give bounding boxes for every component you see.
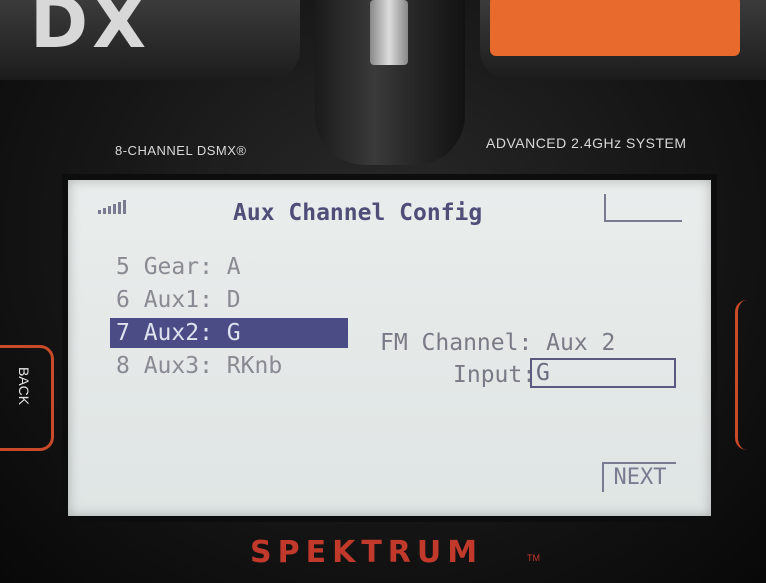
status-corner-indicator	[604, 194, 682, 222]
model-logo: DX	[30, 0, 151, 64]
next-button[interactable]: NEXT	[602, 462, 676, 492]
back-button-label: BACK	[16, 366, 33, 406]
top-left-panel: DX	[0, 0, 300, 80]
channel-spec-label: 8-CHANNEL DSMX®	[115, 143, 247, 158]
channel-item-aux3[interactable]: 8 Aux3: RKnb	[110, 351, 348, 381]
system-spec-label: ADVANCED 2.4GHz SYSTEM	[486, 135, 687, 151]
channel-item-aux1[interactable]: 6 Aux1: D	[110, 285, 348, 315]
brand-trademark: TM	[527, 553, 540, 563]
right-side-buttons[interactable]	[735, 300, 766, 450]
lcd-screen: Aux Channel Config 5 Gear: A 6 Aux1: D 7…	[68, 180, 711, 516]
antenna-housing	[315, 0, 465, 165]
input-label: Input:	[453, 362, 537, 388]
transmitter-body: DX 8-CHANNEL DSMX® ADVANCED 2.4GHz SYSTE…	[0, 0, 766, 583]
channel-item-gear[interactable]: 5 Gear: A	[110, 252, 348, 282]
back-button[interactable]: BACK	[0, 345, 54, 451]
fm-channel-label: FM Channel: Aux 2	[380, 330, 616, 356]
input-selector[interactable]: G	[530, 358, 676, 388]
model-number-badge	[490, 0, 740, 56]
signal-bars-icon	[98, 200, 126, 214]
screen-title: Aux Channel Config	[233, 200, 483, 226]
brand-logo: SPEKTRUM	[250, 535, 484, 570]
channel-item-aux2[interactable]: 7 Aux2: G	[110, 318, 348, 348]
antenna-stem	[370, 0, 408, 65]
top-right-panel	[480, 0, 766, 80]
